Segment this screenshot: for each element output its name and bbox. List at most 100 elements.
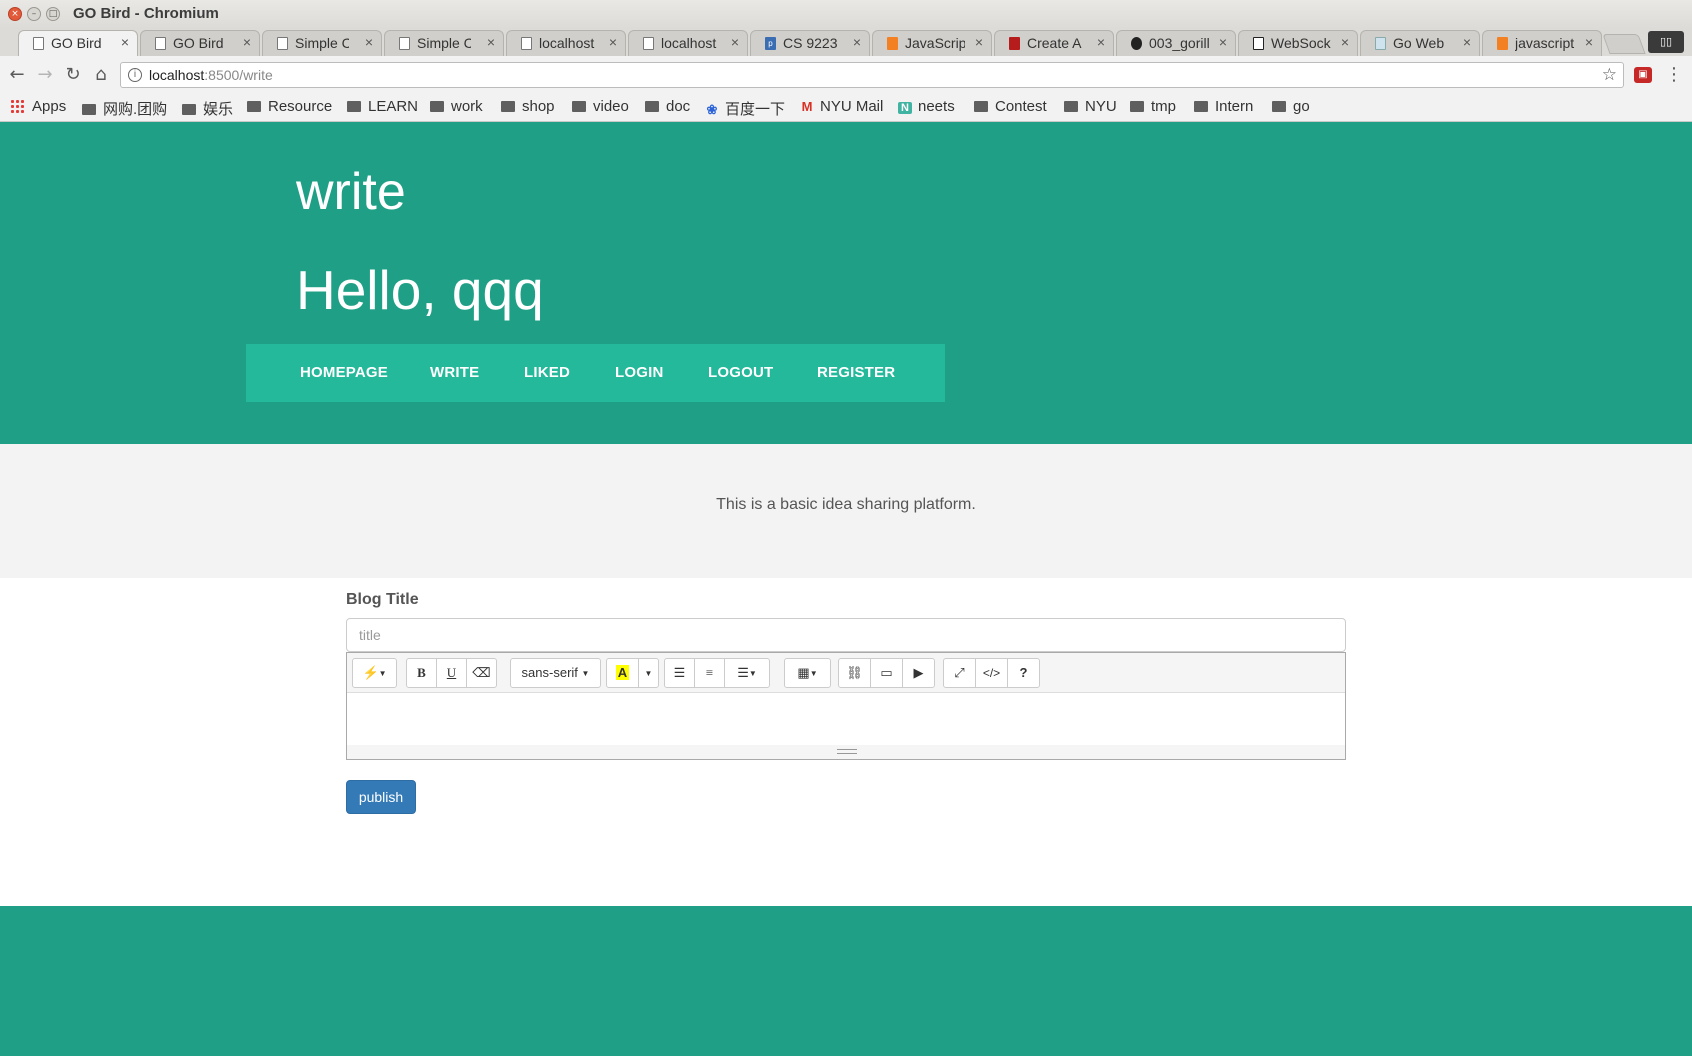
link-icon[interactable]: ⛓: [838, 658, 871, 688]
bold-button[interactable]: B: [406, 658, 437, 688]
tab-cs-9223[interactable]: p CS 9223 ×: [750, 30, 870, 56]
nav-login[interactable]: LOGIN: [615, 364, 664, 381]
help-icon[interactable]: ?: [1007, 658, 1040, 688]
info-icon[interactable]: i: [128, 68, 142, 82]
nav-homepage[interactable]: HOMEPAGE: [300, 364, 388, 381]
tab-go-bird-active[interactable]: GO Bird ×: [18, 30, 138, 56]
bookmark-folder[interactable]: work: [430, 98, 483, 115]
tab-label: Simple Chat: [295, 35, 349, 51]
editor-content-area[interactable]: [347, 693, 1345, 745]
image-icon[interactable]: ▭: [870, 658, 903, 688]
bookmark-folder[interactable]: 娱乐: [182, 98, 233, 119]
nav-register[interactable]: REGISTER: [817, 364, 895, 381]
tab-javascript[interactable]: JavaScript ×: [872, 30, 992, 56]
font-family-dropdown[interactable]: sans-serif ▼: [510, 658, 601, 688]
page-icon: [33, 37, 44, 50]
bookmark-folder[interactable]: go: [1272, 98, 1310, 115]
eraser-icon[interactable]: ⌫: [466, 658, 497, 688]
forward-arrow-icon[interactable]: →: [34, 64, 56, 86]
style-magic-icon[interactable]: ⚡▼: [352, 658, 397, 688]
tab-localhost[interactable]: localhost ×: [506, 30, 626, 56]
ordered-list-icon[interactable]: ≡: [694, 658, 725, 688]
close-icon[interactable]: ×: [975, 34, 983, 50]
tab-simple-chat-2[interactable]: Simple Chat ×: [384, 30, 504, 56]
unordered-list-icon[interactable]: ☰: [664, 658, 695, 688]
code-view-icon[interactable]: </>: [975, 658, 1008, 688]
close-icon[interactable]: ×: [1585, 34, 1593, 50]
color-dropdown-caret[interactable]: ▼: [638, 658, 659, 688]
blog-title-input[interactable]: [346, 618, 1346, 652]
bookmark-baidu[interactable]: ❀ 百度一下: [705, 98, 785, 119]
rich-text-editor: ⚡▼ B U ⌫ sans-serif ▼ A ▼ ☰ ≡ ☰▼ ▦▼ ⛓ ▭ …: [346, 652, 1346, 760]
window-titlebar: × – □ GO Bird - Chromium: [0, 0, 1692, 28]
page-icon: [155, 37, 166, 50]
table-icon[interactable]: ▦▼: [784, 658, 831, 688]
bookmark-folder[interactable]: 网购.团购: [82, 98, 167, 119]
page-header: write Hello, qqq HOMEPAGE WRITE LIKED LO…: [0, 122, 1692, 444]
tab-label: localhost: [539, 35, 595, 51]
underline-button[interactable]: U: [436, 658, 467, 688]
bookmark-label: NYU Mail: [820, 98, 884, 115]
close-icon[interactable]: ×: [1097, 34, 1105, 50]
bookmark-neets[interactable]: Nneets: [898, 98, 955, 115]
window-minimize-button[interactable]: –: [27, 7, 41, 21]
tab-create[interactable]: Create A ×: [994, 30, 1114, 56]
bookmark-star-icon[interactable]: ☆: [1602, 65, 1617, 85]
close-icon[interactable]: ×: [853, 34, 861, 50]
bookmark-label: 百度一下: [725, 101, 786, 118]
menu-icon[interactable]: ⋮: [1665, 63, 1683, 87]
bookmark-folder[interactable]: video: [572, 98, 629, 115]
tab-label: Go Web: [1393, 35, 1445, 51]
bookmark-apps[interactable]: Apps: [10, 98, 66, 115]
window-maximize-button[interactable]: □: [46, 7, 60, 21]
bookmark-folder[interactable]: LEARN: [347, 98, 418, 115]
nav-liked[interactable]: LIKED: [524, 364, 570, 381]
tab-go-web[interactable]: Go Web ×: [1360, 30, 1480, 56]
video-icon[interactable]: ▶: [902, 658, 935, 688]
tab-go-bird[interactable]: GO Bird ×: [140, 30, 260, 56]
close-icon[interactable]: ×: [1341, 34, 1349, 50]
tab-localhost-2[interactable]: localhost ×: [628, 30, 748, 56]
close-icon[interactable]: ×: [1219, 34, 1227, 50]
bookmark-folder[interactable]: NYU: [1064, 98, 1117, 115]
close-icon[interactable]: ×: [731, 34, 739, 50]
tab-strip: GO Bird × GO Bird × Simple Chat × Simple…: [0, 28, 1692, 56]
bookmark-folder[interactable]: Resource: [247, 98, 332, 115]
bookmark-folder[interactable]: Intern: [1194, 98, 1253, 115]
extension-icon[interactable]: ▣: [1634, 67, 1652, 83]
reload-icon[interactable]: ↻: [62, 64, 84, 86]
paragraph-align-icon[interactable]: ☰▼: [724, 658, 770, 688]
nav-logout[interactable]: LOGOUT: [708, 364, 773, 381]
tab-simple-chat[interactable]: Simple Chat ×: [262, 30, 382, 56]
nav-write[interactable]: WRITE: [430, 364, 479, 381]
close-icon[interactable]: ×: [609, 34, 617, 50]
close-icon[interactable]: ×: [487, 34, 495, 50]
text-color-button[interactable]: A: [606, 658, 639, 688]
back-arrow-icon[interactable]: ←: [6, 64, 28, 86]
eye-icon: [1009, 37, 1020, 50]
address-bar[interactable]: i localhost:8500/write ☆: [120, 62, 1624, 88]
close-icon[interactable]: ×: [1463, 34, 1471, 50]
new-tab-button[interactable]: [1602, 34, 1646, 54]
logo-icon: [1253, 37, 1264, 50]
resize-grip-icon[interactable]: [837, 749, 857, 754]
folder-icon: [347, 101, 361, 112]
window-close-button[interactable]: ×: [8, 7, 22, 21]
tab-javascript-2[interactable]: javascript ×: [1482, 30, 1602, 56]
home-icon[interactable]: ⌂: [90, 64, 112, 86]
bookmark-nyu-mail[interactable]: M NYU Mail: [800, 98, 884, 115]
bookmark-folder[interactable]: Contest: [974, 98, 1047, 115]
page-icon: [277, 37, 288, 50]
tab-websocket[interactable]: WebSocket ×: [1238, 30, 1358, 56]
close-icon[interactable]: ×: [243, 34, 251, 50]
close-icon[interactable]: ×: [121, 34, 129, 50]
editor-resize-bar[interactable]: [347, 745, 1345, 759]
bookmark-folder[interactable]: doc: [645, 98, 690, 115]
publish-button[interactable]: publish: [346, 780, 416, 814]
bookmark-folder[interactable]: shop: [501, 98, 555, 115]
close-icon[interactable]: ×: [365, 34, 373, 50]
fullscreen-icon[interactable]: ⤢: [943, 658, 976, 688]
bookmark-folder[interactable]: tmp: [1130, 98, 1176, 115]
profile-icon[interactable]: ▯▯: [1648, 31, 1684, 53]
tab-gorilla[interactable]: 003_gorilla ×: [1116, 30, 1236, 56]
